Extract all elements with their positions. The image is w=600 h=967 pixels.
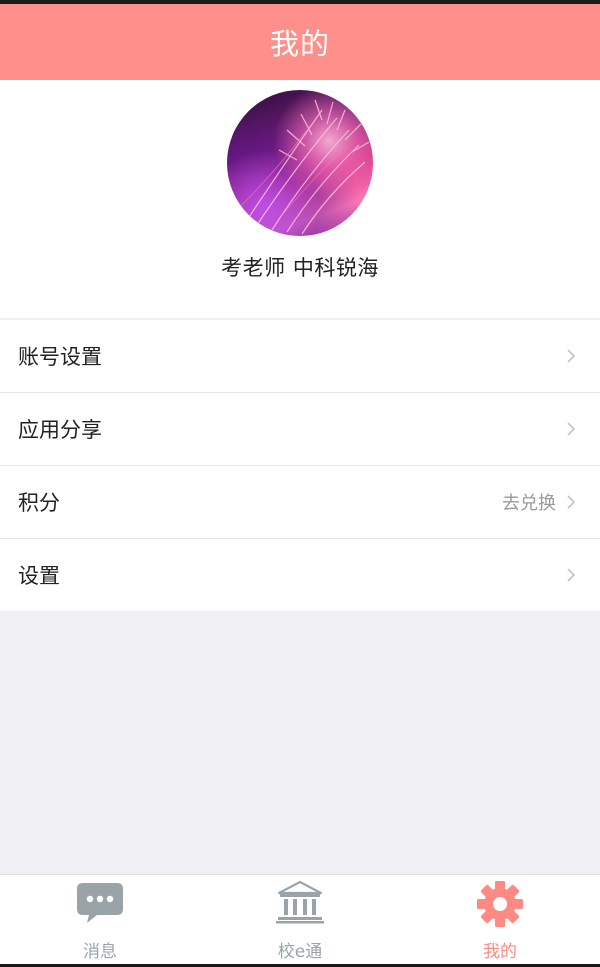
profile-name: 考老师 中科锐海 — [221, 256, 379, 280]
avatar[interactable] — [227, 90, 373, 236]
chevron-right-icon — [567, 422, 576, 436]
menu-item-label: 应用分享 — [18, 418, 102, 442]
menu-item-label: 账号设置 — [18, 345, 102, 369]
menu-item-label: 积分 — [18, 491, 60, 515]
menu-item-label: 设置 — [18, 564, 60, 588]
tab-label: 校e通 — [277, 942, 323, 962]
chevron-right-icon — [567, 495, 576, 509]
school-building-icon — [276, 880, 324, 924]
page-title: 我的 — [269, 27, 330, 61]
gear-icon — [477, 881, 523, 927]
tab-label: 消息 — [83, 942, 117, 962]
header-bar: 我的 — [0, 4, 600, 80]
tab-mine[interactable]: 我的 — [400, 875, 600, 965]
menu-item-account-settings[interactable]: 账号设置 — [0, 320, 600, 393]
tab-label: 我的 — [483, 942, 517, 962]
avatar-image — [236, 99, 370, 235]
chevron-right-icon — [567, 568, 576, 582]
menu-item-points[interactable]: 积分 去兑换 — [0, 466, 600, 539]
chevron-right-icon — [567, 349, 576, 363]
redeem-link[interactable]: 去兑换 — [502, 489, 556, 515]
chat-bubble-icon — [77, 883, 123, 923]
menu-item-settings[interactable]: 设置 — [0, 539, 600, 611]
bottom-tab-bar: 消息 校e通 我的 — [0, 874, 600, 965]
menu-item-app-share[interactable]: 应用分享 — [0, 393, 600, 466]
tab-messages[interactable]: 消息 — [0, 875, 200, 965]
tab-school-e-tong[interactable]: 校e通 — [200, 875, 400, 965]
menu-list: 账号设置 应用分享 积分 去兑换 设置 — [0, 320, 600, 611]
profile-section: 考老师 中科锐海 — [0, 80, 600, 318]
